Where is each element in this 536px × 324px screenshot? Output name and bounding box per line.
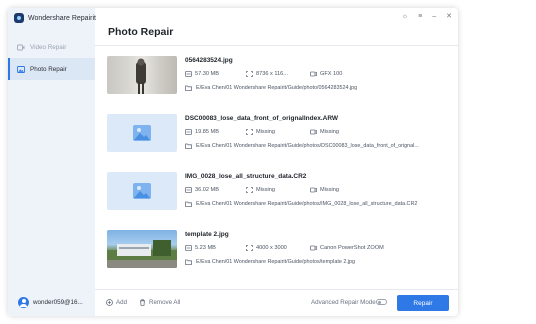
file-path-text: E/Eva Chen/01 Wondershare Repairit/Guide… — [196, 201, 418, 207]
list-item[interactable]: IMG_0028_lose_all_structure_data.CR2 36.… — [95, 166, 458, 224]
file-size: 5.23 MB — [195, 245, 216, 251]
list-item[interactable]: DSC00083_lose_data_front_of_orignalIndex… — [95, 108, 458, 166]
photo-icon — [17, 65, 25, 73]
sidebar-item-label: Photo Repair — [30, 65, 67, 73]
file-resolution: Missing — [256, 187, 275, 193]
file-name: template 2.jpg — [185, 231, 229, 238]
advanced-repair-toggle[interactable] — [376, 299, 387, 305]
remove-all-label: Remove All — [149, 299, 181, 306]
file-meta: 57.30 MB 8736 x 116... GFX 100 — [185, 71, 342, 77]
file-path-text: E/Eva Chen/01 Wondershare Repairit/Guide… — [196, 259, 356, 265]
image-placeholder-icon — [133, 125, 151, 141]
brand: Wondershare Repairit — [14, 13, 96, 23]
file-size-icon — [185, 129, 192, 135]
close-icon[interactable]: ✕ — [446, 13, 452, 21]
camera-icon — [310, 71, 317, 77]
file-path: E/Eva Chen/01 Wondershare Repairit/Guide… — [185, 201, 417, 207]
file-device: Missing — [320, 129, 339, 135]
file-device: GFX 100 — [320, 71, 343, 77]
folder-icon — [185, 259, 192, 265]
file-meta: 5.23 MB 4000 x 3000 Canon PowerShot ZOOM — [185, 245, 384, 251]
menu-icon[interactable]: ≡ — [418, 13, 422, 21]
file-path: E/Eva Chen/01 Wondershare Repairit/Guide… — [185, 85, 357, 91]
file-meta: 19.85 MB Missing Missing — [185, 129, 339, 135]
photo-thumbnail-image — [136, 58, 146, 94]
repairit-logo-icon — [14, 13, 24, 23]
remove-all-button[interactable]: Remove All — [139, 299, 180, 306]
sidebar-item-photo-repair[interactable]: Photo Repair — [8, 58, 95, 80]
file-name: 0564283524.jpg — [185, 57, 233, 64]
file-resolution: Missing — [256, 129, 275, 135]
page-title: Photo Repair — [108, 26, 174, 38]
list-item[interactable]: template 2.jpg 5.23 MB 4000 x 3000 Canon… — [95, 224, 458, 282]
video-icon — [17, 44, 25, 50]
file-size-icon — [185, 245, 192, 251]
folder-icon — [185, 201, 192, 207]
user-email: wonder059@16... — [33, 299, 83, 306]
avatar — [18, 297, 29, 308]
footer-bar: Add Remove All Advanced Repair Mode Repa… — [95, 289, 458, 316]
file-path-text: E/Eva Chen/01 Wondershare Repairit/Guide… — [196, 143, 419, 149]
main-panel: ☼ ≡ – ✕ Photo Repair 0564283524.jpg 57.3… — [95, 8, 458, 316]
file-device: Canon PowerShot ZOOM — [320, 245, 384, 251]
file-thumbnail — [107, 56, 177, 94]
file-path: E/Eva Chen/01 Wondershare Repairit/Guide… — [185, 259, 355, 265]
add-button[interactable]: Add — [106, 299, 127, 306]
headset-icon[interactable]: ☼ — [402, 13, 408, 21]
file-name: DSC00083_lose_data_front_of_orignalIndex… — [185, 115, 339, 122]
photo-thumbnail-image — [107, 240, 177, 268]
file-thumbnail — [107, 230, 177, 268]
camera-icon — [310, 187, 317, 193]
list-item[interactable]: 0564283524.jpg 57.30 MB 8736 x 116... GF… — [95, 50, 458, 108]
app-name: Wondershare Repairit — [28, 14, 96, 22]
resolution-icon — [246, 245, 253, 251]
camera-icon — [310, 245, 317, 251]
file-path-text: E/Eva Chen/01 Wondershare Repairit/Guide… — [196, 85, 358, 91]
sidebar-item-label: Video Repair — [30, 43, 67, 51]
file-resolution: 8736 x 116... — [256, 71, 288, 77]
file-thumbnail — [107, 172, 177, 210]
window-controls: ☼ ≡ – ✕ — [402, 13, 452, 21]
file-path: E/Eva Chen/01 Wondershare Repairit/Guide… — [185, 143, 419, 149]
repair-button[interactable]: Repair — [397, 295, 449, 311]
sidebar: Wondershare Repairit Video Repair Photo … — [8, 8, 96, 316]
image-placeholder-icon — [133, 183, 151, 199]
file-device: Missing — [320, 187, 339, 193]
file-size: 19.85 MB — [195, 129, 219, 135]
sidebar-item-video-repair[interactable]: Video Repair — [8, 36, 95, 58]
file-size-icon — [185, 71, 192, 77]
file-size: 36.02 MB — [195, 187, 219, 193]
file-size-icon — [185, 187, 192, 193]
file-resolution: 4000 x 3000 — [256, 245, 287, 251]
file-thumbnail — [107, 114, 177, 152]
plus-circle-icon — [106, 299, 113, 306]
resolution-icon — [246, 71, 253, 77]
trash-icon — [140, 299, 145, 306]
resolution-icon — [246, 129, 253, 135]
resolution-icon — [246, 187, 253, 193]
advanced-repair-label: Advanced Repair Mode — [311, 299, 376, 306]
file-name: IMG_0028_lose_all_structure_data.CR2 — [185, 173, 307, 180]
app-window: Wondershare Repairit Video Repair Photo … — [8, 8, 458, 316]
file-size: 57.30 MB — [195, 71, 219, 77]
minimize-icon[interactable]: – — [432, 13, 436, 21]
folder-icon — [185, 85, 192, 91]
add-label: Add — [116, 299, 128, 306]
user-account[interactable]: wonder059@16... — [18, 297, 83, 308]
file-meta: 36.02 MB Missing Missing — [185, 187, 339, 193]
folder-icon — [185, 143, 192, 149]
file-list: 0564283524.jpg 57.30 MB 8736 x 116... GF… — [95, 46, 458, 289]
camera-icon — [310, 129, 317, 135]
